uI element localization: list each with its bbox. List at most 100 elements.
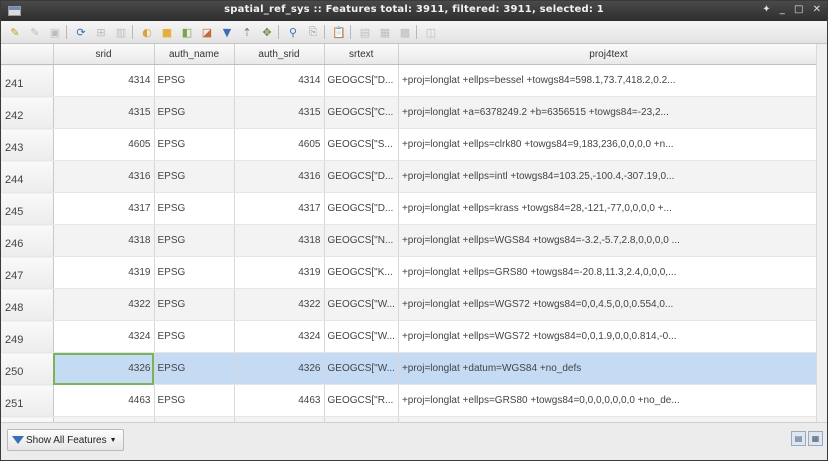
- cell-proj4text[interactable]: +proj=longlat +a=6378249.2 +b=6356515 +t…: [398, 96, 819, 129]
- cell-auth-srid[interactable]: 4322: [234, 288, 325, 321]
- cell-auth-srid[interactable]: 4317: [234, 192, 325, 225]
- cell-auth-name[interactable]: EPSG: [154, 224, 235, 257]
- cell-auth-srid[interactable]: 4463: [234, 384, 325, 417]
- reload-icon[interactable]: ⟳: [73, 24, 89, 40]
- cell-auth-name[interactable]: EPSG: [154, 320, 235, 353]
- row-header[interactable]: 247: [1, 256, 54, 289]
- column-header-srid[interactable]: srid: [53, 44, 155, 65]
- table-row[interactable]: 242 4315 EPSG 4315 GEOGCS["C... +proj=longlat…: [1, 96, 819, 129]
- filter-select-icon[interactable]: ▼: [219, 24, 235, 40]
- row-header[interactable]: 241: [1, 64, 54, 97]
- table-row[interactable]: 247 4319 EPSG 4319 GEOGCS["K... +proj=longlat…: [1, 256, 819, 289]
- select-all-icon[interactable]: ■: [159, 24, 175, 40]
- cell-srtext[interactable]: GEOGCS["D...: [324, 64, 399, 97]
- cell-auth-srid[interactable]: 4324: [234, 320, 325, 353]
- cell-auth-name[interactable]: EPSG: [154, 160, 235, 193]
- cell-auth-name[interactable]: EPSG: [154, 96, 235, 129]
- cell-srid[interactable]: 4324: [53, 320, 155, 353]
- cell-auth-srid[interactable]: 4315: [234, 96, 325, 129]
- cell-srid[interactable]: 4322: [53, 288, 155, 321]
- cell-auth-name[interactable]: EPSG: [154, 192, 235, 225]
- cell-auth-name[interactable]: EPSG: [154, 288, 235, 321]
- cell-auth-name[interactable]: EPSG: [154, 128, 235, 161]
- cell-srid[interactable]: 4318: [53, 224, 155, 257]
- row-header[interactable]: 242: [1, 96, 54, 129]
- cell-auth-srid[interactable]: 4316: [234, 160, 325, 193]
- multi-edit-icon[interactable]: ✎: [27, 24, 43, 40]
- cell-srid[interactable]: 4319: [53, 256, 155, 289]
- cell-proj4text[interactable]: +proj=longlat +ellps=WGS72 +towgs84=0,0,…: [398, 320, 819, 353]
- cell-proj4text[interactable]: +proj=longlat +ellps=WGS84 +towgs84=-3.2…: [398, 224, 819, 257]
- column-header-auth-name[interactable]: auth_name: [154, 44, 235, 65]
- table-row[interactable]: 243 4605 EPSG 4605 GEOGCS["S... +proj=longlat…: [1, 128, 819, 161]
- corner-header[interactable]: [1, 44, 54, 65]
- cell-proj4text[interactable]: +proj=longlat +ellps=krass +towgs84=28,-…: [398, 192, 819, 225]
- row-header[interactable]: 246: [1, 224, 54, 257]
- table-view-icon[interactable]: ▦: [808, 431, 823, 446]
- row-header[interactable]: 244: [1, 160, 54, 193]
- toggle-editing-icon[interactable]: ✎: [7, 24, 23, 40]
- paste-icon[interactable]: 📋: [331, 24, 347, 40]
- field-calculator-icon[interactable]: ▩: [397, 24, 413, 40]
- move-selection-top-icon[interactable]: ⇡: [239, 24, 255, 40]
- cell-auth-srid[interactable]: 4605: [234, 128, 325, 161]
- table-row[interactable]: 244 4316 EPSG 4316 GEOGCS["D... +proj=longlat…: [1, 160, 819, 193]
- cell-proj4text[interactable]: +proj=longlat +ellps=bessel +towgs84=598…: [398, 64, 819, 97]
- row-header[interactable]: 251: [1, 384, 54, 417]
- minimize-button[interactable]: _: [780, 4, 785, 15]
- cell-srtext[interactable]: GEOGCS["K...: [324, 256, 399, 289]
- cell-proj4text[interactable]: +proj=longlat +ellps=GRS80 +towgs84=-20.…: [398, 256, 819, 289]
- select-by-expression-icon[interactable]: ◐: [139, 24, 155, 40]
- row-header[interactable]: 243: [1, 128, 54, 161]
- cell-srid[interactable]: 4317: [53, 192, 155, 225]
- cell-srid[interactable]: 4314: [53, 64, 155, 97]
- new-field-icon[interactable]: ▤: [357, 24, 373, 40]
- cell-auth-name[interactable]: EPSG: [154, 384, 235, 417]
- pin-window-button[interactable]: ✦: [762, 4, 770, 15]
- delete-field-icon[interactable]: ▦: [377, 24, 393, 40]
- cell-proj4text[interactable]: +proj=longlat +datum=WGS84 +no_defs: [398, 352, 819, 385]
- cell-srid[interactable]: 4326: [53, 352, 155, 385]
- column-header-proj4text[interactable]: proj4text: [398, 44, 819, 65]
- column-header-auth-srid[interactable]: auth_srid: [234, 44, 325, 65]
- invert-selection-icon[interactable]: ◧: [179, 24, 195, 40]
- form-view-icon[interactable]: ▤: [791, 431, 806, 446]
- cell-srtext[interactable]: GEOGCS["W...: [324, 320, 399, 353]
- row-header[interactable]: 248: [1, 288, 54, 321]
- cell-auth-srid[interactable]: 4314: [234, 64, 325, 97]
- cell-srtext[interactable]: GEOGCS["N...: [324, 224, 399, 257]
- close-button[interactable]: ✕: [813, 4, 821, 15]
- cell-auth-name[interactable]: EPSG: [154, 64, 235, 97]
- cell-srtext[interactable]: GEOGCS["S...: [324, 128, 399, 161]
- delete-feature-icon[interactable]: ▥: [113, 24, 129, 40]
- cell-srid[interactable]: 4315: [53, 96, 155, 129]
- table-row[interactable]: 245 4317 EPSG 4317 GEOGCS["D... +proj=longlat…: [1, 192, 819, 225]
- pan-to-selected-icon[interactable]: ✥: [259, 24, 275, 40]
- cell-srtext[interactable]: GEOGCS["W...: [324, 352, 399, 385]
- table-row[interactable]: 241 4314 EPSG 4314 GEOGCS["D... +proj=longlat…: [1, 64, 819, 97]
- zoom-to-selected-icon[interactable]: ⚲: [285, 24, 301, 40]
- row-header[interactable]: 250: [1, 352, 54, 385]
- table-row[interactable]: 248 4322 EPSG 4322 GEOGCS["W... +proj=longlat…: [1, 288, 819, 321]
- cell-proj4text[interactable]: +proj=longlat +ellps=WGS72 +towgs84=0,0,…: [398, 288, 819, 321]
- cell-auth-srid[interactable]: 4319: [234, 256, 325, 289]
- cell-auth-name[interactable]: EPSG: [154, 256, 235, 289]
- cell-auth-name[interactable]: EPSG: [154, 352, 235, 385]
- cell-auth-srid[interactable]: 4326: [234, 352, 325, 385]
- cell-srid[interactable]: 4316: [53, 160, 155, 193]
- row-header[interactable]: 245: [1, 192, 54, 225]
- cell-srtext[interactable]: GEOGCS["D...: [324, 192, 399, 225]
- table-row[interactable]: 251 4463 EPSG 4463 GEOGCS["R... +proj=longlat…: [1, 384, 819, 417]
- table-row[interactable]: 246 4318 EPSG 4318 GEOGCS["N... +proj=longlat…: [1, 224, 819, 257]
- cell-srtext[interactable]: GEOGCS["R...: [324, 384, 399, 417]
- column-header-srtext[interactable]: srtext: [324, 44, 399, 65]
- save-edits-icon[interactable]: ▣: [47, 24, 63, 40]
- title-bar[interactable]: spatial_ref_sys :: Features total: 3911,…: [1, 1, 827, 21]
- table-row[interactable]: 249 4324 EPSG 4324 GEOGCS["W... +proj=longlat…: [1, 320, 819, 353]
- copy-selected-icon[interactable]: ⎘: [305, 24, 321, 40]
- cell-proj4text[interactable]: +proj=longlat +ellps=clrk80 +towgs84=9,1…: [398, 128, 819, 161]
- row-header[interactable]: 249: [1, 320, 54, 353]
- maximize-button[interactable]: □: [794, 4, 803, 15]
- add-feature-icon[interactable]: ⊞: [93, 24, 109, 40]
- deselect-all-icon[interactable]: ◪: [199, 24, 215, 40]
